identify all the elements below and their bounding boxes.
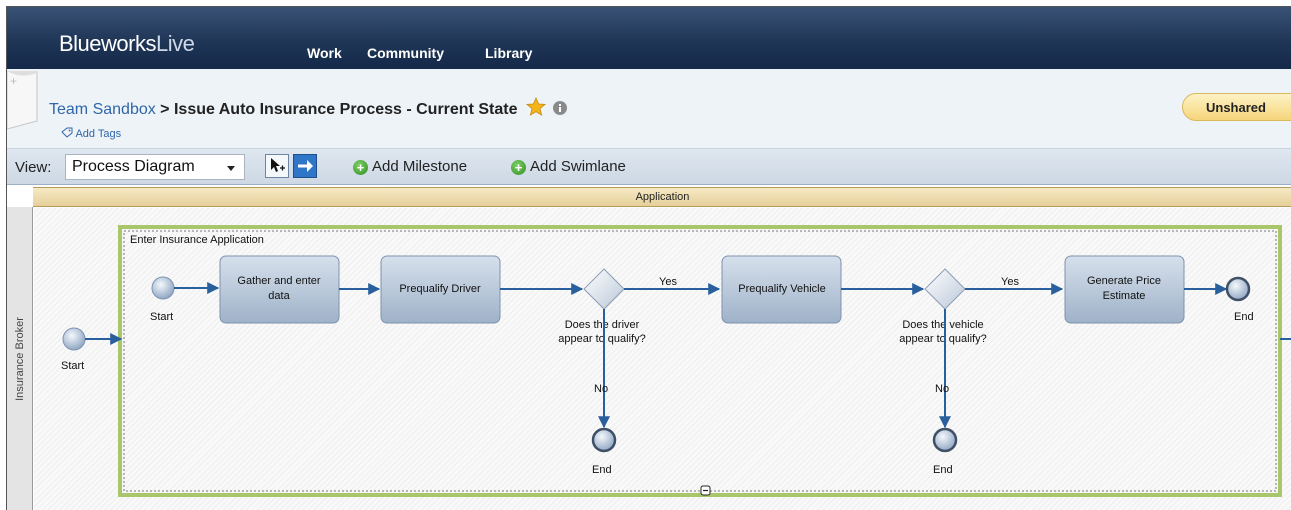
blueworks-logo[interactable]: BlueworksLive (59, 31, 195, 57)
swimlane-label: Insurance Broker (14, 317, 26, 401)
unshared-label: Unshared (1206, 100, 1266, 115)
add-tags-link[interactable]: Add Tags (61, 127, 121, 140)
task-prequalify-driver-label: Prequalify Driver (399, 283, 481, 295)
breadcrumb-separator: > (155, 101, 174, 118)
start-event[interactable] (151, 276, 175, 300)
outer-start-event[interactable] (62, 327, 86, 351)
task-gather-label-line2: data (268, 290, 290, 302)
info-icon[interactable] (552, 100, 568, 116)
end-event-driver[interactable] (591, 427, 617, 453)
milestone-label: Application (635, 191, 690, 203)
chevron-down-icon (227, 166, 235, 171)
svg-text:+: + (10, 74, 17, 88)
end-label-final: End (1234, 311, 1254, 323)
connect-tool-button[interactable] (293, 154, 317, 178)
collapse-subprocess-icon[interactable] (700, 485, 711, 496)
add-milestone-label: Add Milestone (372, 158, 468, 175)
plus-icon: + (511, 160, 526, 175)
flow-yes-label-1: Yes (659, 276, 677, 288)
page-curl-icon: + (7, 71, 38, 130)
end-label-vehicle: End (933, 464, 953, 476)
page-title: Issue Auto Insurance Process - Current S… (173, 101, 518, 118)
process-diagram: Enter Insurance Application Start Start … (61, 225, 1291, 497)
task-gather-label-line1: Gather and enter (237, 275, 321, 287)
add-swimlane-button[interactable]: + Add Swimlane (511, 158, 626, 175)
logo-text-part2: Live (155, 31, 195, 56)
view-select-value: Process Diagram (72, 158, 195, 175)
outer-start-label: Start (61, 360, 84, 372)
add-tags-label: Add Tags (75, 128, 122, 140)
logo-text-part1: Blueworks (59, 31, 156, 56)
view-select[interactable]: Process Diagram (65, 154, 245, 180)
gateway-vehicle-qualify[interactable] (924, 268, 966, 310)
top-nav-bar: BlueworksLive Work Community Library (7, 7, 1291, 69)
flow-no-label-1: No (594, 383, 608, 395)
task-price-label-line1: Generate Price (1087, 275, 1161, 287)
nav-community[interactable]: Community (367, 45, 444, 61)
tag-icon (61, 127, 73, 138)
nav-work[interactable]: Work (307, 45, 342, 61)
end-event-vehicle[interactable] (932, 427, 958, 453)
breadcrumb-link-team-sandbox[interactable]: Team Sandbox (49, 101, 156, 118)
flow-no-label-2: No (935, 383, 949, 395)
star-icon[interactable] (525, 97, 546, 116)
arrow-right-icon (298, 160, 313, 172)
gateway-driver-qualify[interactable] (583, 268, 625, 310)
gateway-vehicle-question-line1: Does the vehicle (902, 319, 983, 331)
task-price-label-line2: Estimate (1103, 290, 1146, 302)
swimlane-canvas[interactable]: Enter Insurance Application Start Start … (34, 208, 1291, 510)
view-label: View: (15, 159, 52, 176)
end-event-final[interactable] (1225, 276, 1251, 302)
unshared-button[interactable]: Unshared (1182, 93, 1291, 121)
breadcrumb: Team Sandbox > Issue Auto Insurance Proc… (49, 97, 568, 119)
gateway-driver-question-line2: appear to qualify? (558, 333, 645, 345)
add-milestone-button[interactable]: + Add Milestone (353, 158, 467, 175)
add-swimlane-label: Add Swimlane (530, 158, 626, 175)
gateway-vehicle-question-line2: appear to qualify? (899, 333, 986, 345)
page-header: + Team Sandbox > Issue Auto Insurance Pr… (7, 69, 1291, 149)
subprocess-title: Enter Insurance Application (130, 234, 264, 246)
pointer-move-icon (271, 158, 285, 172)
plus-icon: + (353, 160, 368, 175)
milestone-header[interactable]: Application (33, 187, 1291, 207)
nav-library[interactable]: Library (485, 45, 532, 61)
gateway-driver-question-line1: Does the driver (565, 319, 640, 331)
toolbar: View: Process Diagram + Add Milestone + Ad… (7, 149, 1291, 185)
flow-yes-label-2: Yes (1001, 276, 1019, 288)
app-window: BlueworksLive Work Community Library + T… (6, 6, 1291, 510)
start-label: Start (150, 311, 173, 323)
task-prequalify-vehicle-label: Prequalify Vehicle (738, 283, 825, 295)
select-tool-button[interactable] (265, 154, 289, 178)
end-label-driver: End (592, 464, 612, 476)
